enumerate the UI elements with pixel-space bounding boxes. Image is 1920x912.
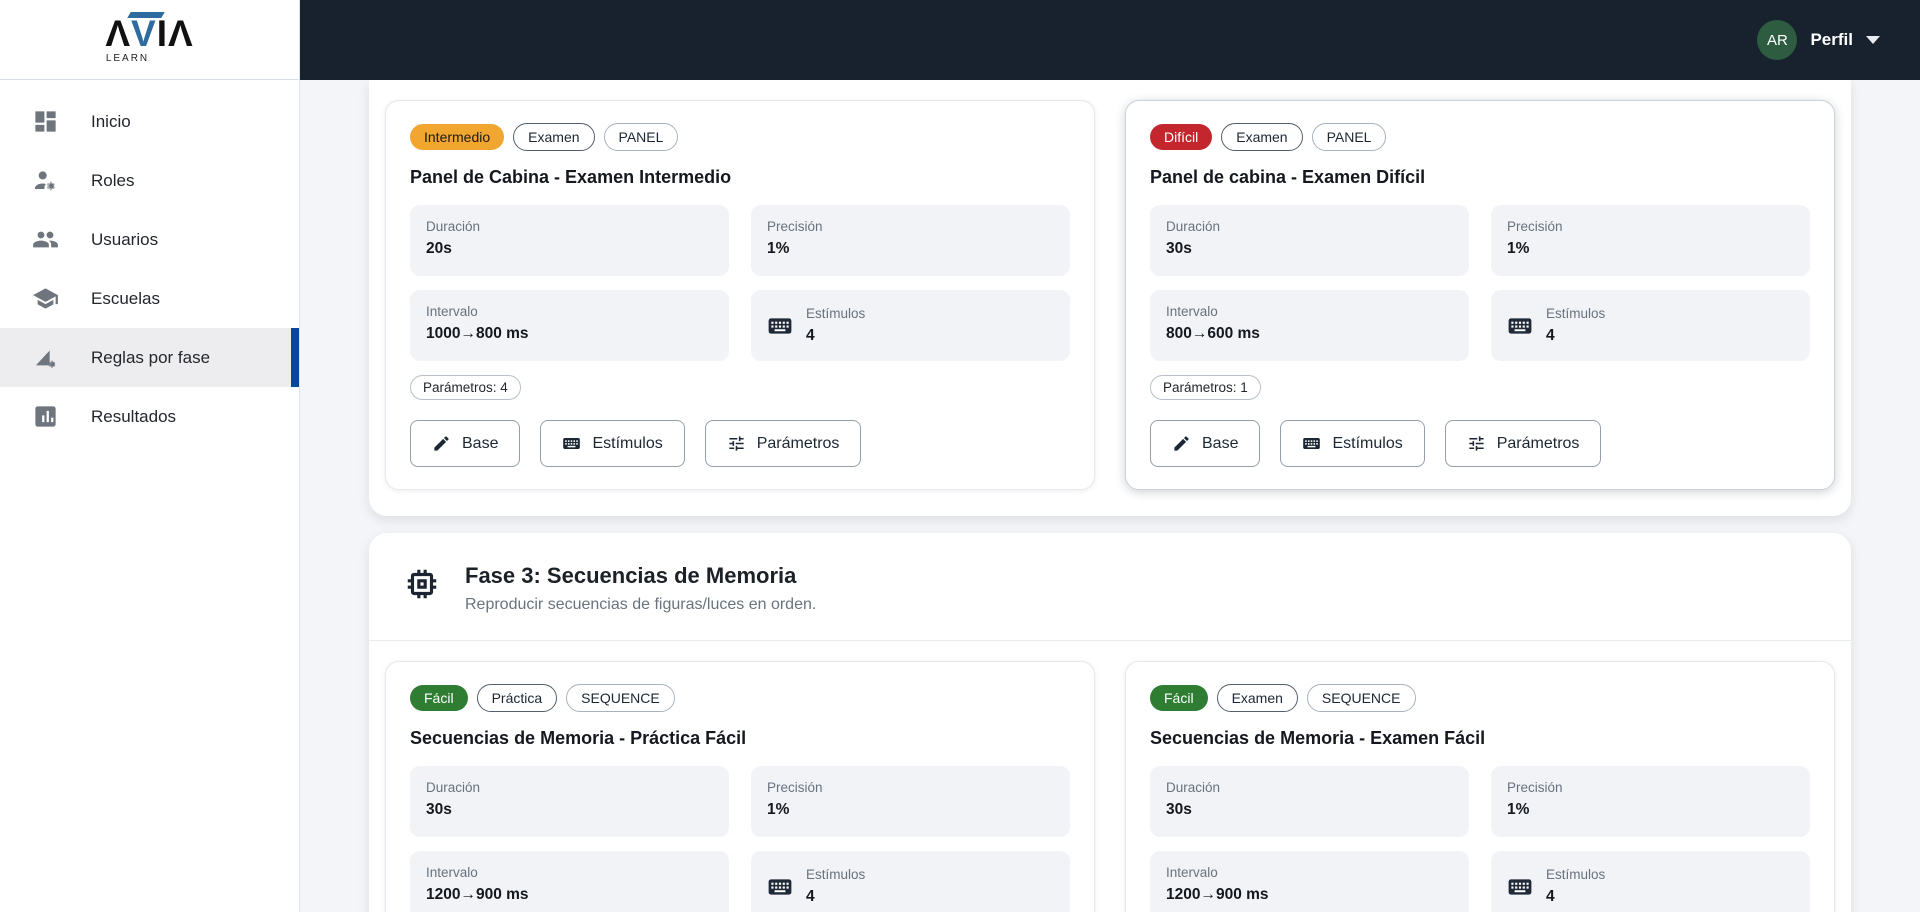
card-title: Secuencias de Memoria - Práctica Fácil xyxy=(410,728,747,749)
params-chip: Parámetros: 4 xyxy=(410,375,521,401)
base-button[interactable]: Base xyxy=(1150,420,1261,468)
field-stimuli: Estímulos 4 xyxy=(1491,851,1810,912)
stimuli-button[interactable]: Estímulos xyxy=(1280,420,1425,468)
field-interval: Intervalo 1200→900 ms xyxy=(410,851,729,912)
chevron-down-icon xyxy=(1866,36,1880,44)
keyboard-icon xyxy=(1508,879,1532,895)
field-precision: Precisión 1% xyxy=(751,766,1070,838)
profile-menu[interactable]: AR Perfil xyxy=(1757,20,1880,60)
sidebar-item-resultados[interactable]: Resultados xyxy=(0,387,299,446)
pencil-icon xyxy=(432,434,451,453)
parameters-button[interactable]: Parámetros xyxy=(1444,420,1602,468)
field-duration: Duración 30s xyxy=(1150,205,1469,277)
profile-label: Perfil xyxy=(1810,30,1853,49)
sidebar-item-inicio[interactable]: Inicio xyxy=(0,92,299,151)
field-precision: Precisión 1% xyxy=(1491,766,1810,838)
mode-badge: Examen xyxy=(1221,123,1303,152)
phase-section-panel: Fase 3: Secuencias de Memoria Reproducir… xyxy=(369,533,1851,912)
rule-card-panel-dificil: Difícil Examen PANEL Panel de cabina - E… xyxy=(1125,100,1835,491)
brand-logo: ΛVIΛ LEARN xyxy=(0,0,299,80)
field-precision: Precisión 1% xyxy=(751,205,1070,277)
pencil-icon xyxy=(1172,434,1191,453)
type-badge: SEQUENCE xyxy=(1306,684,1416,713)
field-interval: Intervalo 1200→900 ms xyxy=(1150,851,1469,912)
results-icon xyxy=(32,403,59,430)
base-button[interactable]: Base xyxy=(410,420,521,468)
mode-badge: Examen xyxy=(1216,684,1298,713)
phase-section-panel: Intermedio Examen PANEL Panel de Cabina … xyxy=(369,80,1851,517)
manage-accounts-icon xyxy=(32,167,59,194)
mode-badge: Examen xyxy=(513,123,595,152)
params-chip: Parámetros: 1 xyxy=(1150,375,1261,401)
sidebar-item-usuarios[interactable]: Usuarios xyxy=(0,210,299,269)
phase-rules-icon xyxy=(32,344,59,371)
users-icon xyxy=(32,226,59,253)
sidebar-item-roles[interactable]: Roles xyxy=(0,151,299,210)
phase-subtitle: Reproducir secuencias de figuras/luces e… xyxy=(465,596,817,614)
type-badge: SEQUENCE xyxy=(566,684,675,713)
field-stimuli: Estímulos 4 xyxy=(751,290,1070,362)
avatar[interactable]: AR xyxy=(1757,20,1798,60)
keyboard-icon xyxy=(768,318,792,334)
tune-icon xyxy=(1467,434,1486,453)
sidebar-item-reglas-por-fase[interactable]: Reglas por fase xyxy=(0,328,299,387)
field-stimuli: Estímulos 4 xyxy=(1491,290,1810,362)
difficulty-badge: Fácil xyxy=(1150,685,1208,712)
brand-sub-label: LEARN xyxy=(105,53,150,64)
chip-icon xyxy=(403,565,441,603)
difficulty-badge: Intermedio xyxy=(410,124,505,151)
keyboard-icon xyxy=(562,434,581,453)
main-content: Intermedio Examen PANEL Panel de Cabina … xyxy=(300,80,1920,912)
sidebar-item-escuelas[interactable]: Escuelas xyxy=(0,269,299,328)
school-icon xyxy=(32,285,59,312)
keyboard-icon xyxy=(768,879,792,895)
parameters-button[interactable]: Parámetros xyxy=(704,420,862,468)
field-interval: Intervalo 800→600 ms xyxy=(1150,290,1469,362)
sidebar-item-label: Resultados xyxy=(91,406,177,426)
type-badge: PANEL xyxy=(603,123,679,152)
keyboard-icon xyxy=(1302,434,1321,453)
sidebar-item-label: Usuarios xyxy=(91,229,159,249)
phase-title: Fase 3: Secuencias de Memoria xyxy=(465,563,797,589)
brand-wordmark: ΛVIΛ xyxy=(105,13,194,54)
difficulty-badge: Difícil xyxy=(1150,124,1213,151)
sidebar-item-label: Escuelas xyxy=(91,288,160,308)
stimuli-button[interactable]: Estímulos xyxy=(540,420,685,468)
field-interval: Intervalo 1000→800 ms xyxy=(410,290,729,362)
topbar: AR Perfil xyxy=(300,0,1920,80)
field-duration: Duración 20s xyxy=(410,205,729,277)
type-badge: PANEL xyxy=(1311,123,1387,152)
rule-card-panel-intermedio: Intermedio Examen PANEL Panel de Cabina … xyxy=(385,100,1095,491)
card-title: Panel de cabina - Examen Difícil xyxy=(1150,167,1426,188)
difficulty-badge: Fácil xyxy=(410,685,468,712)
card-title: Secuencias de Memoria - Examen Fácil xyxy=(1150,728,1486,749)
rule-card-sequence-examen-facil: Fácil Examen SEQUENCE Secuencias de Memo… xyxy=(1125,661,1835,912)
tune-icon xyxy=(727,434,746,453)
rule-card-sequence-practica-facil: Fácil Práctica SEQUENCE Secuencias de Me… xyxy=(385,661,1095,912)
field-duration: Duración 30s xyxy=(410,766,729,838)
sidebar-item-label: Roles xyxy=(91,170,135,190)
sidebar: ΛVIΛ LEARN Inicio Roles Usuarios Escuela… xyxy=(0,0,300,912)
field-duration: Duración 30s xyxy=(1150,766,1469,838)
card-title: Panel de Cabina - Examen Intermedio xyxy=(410,167,732,188)
sidebar-item-label: Inicio xyxy=(91,111,131,131)
dashboard-icon xyxy=(32,108,59,135)
mode-badge: Práctica xyxy=(476,684,558,713)
field-precision: Precisión 1% xyxy=(1491,205,1810,277)
sidebar-item-label: Reglas por fase xyxy=(91,347,211,367)
keyboard-icon xyxy=(1508,318,1532,334)
field-stimuli: Estímulos 4 xyxy=(751,851,1070,912)
